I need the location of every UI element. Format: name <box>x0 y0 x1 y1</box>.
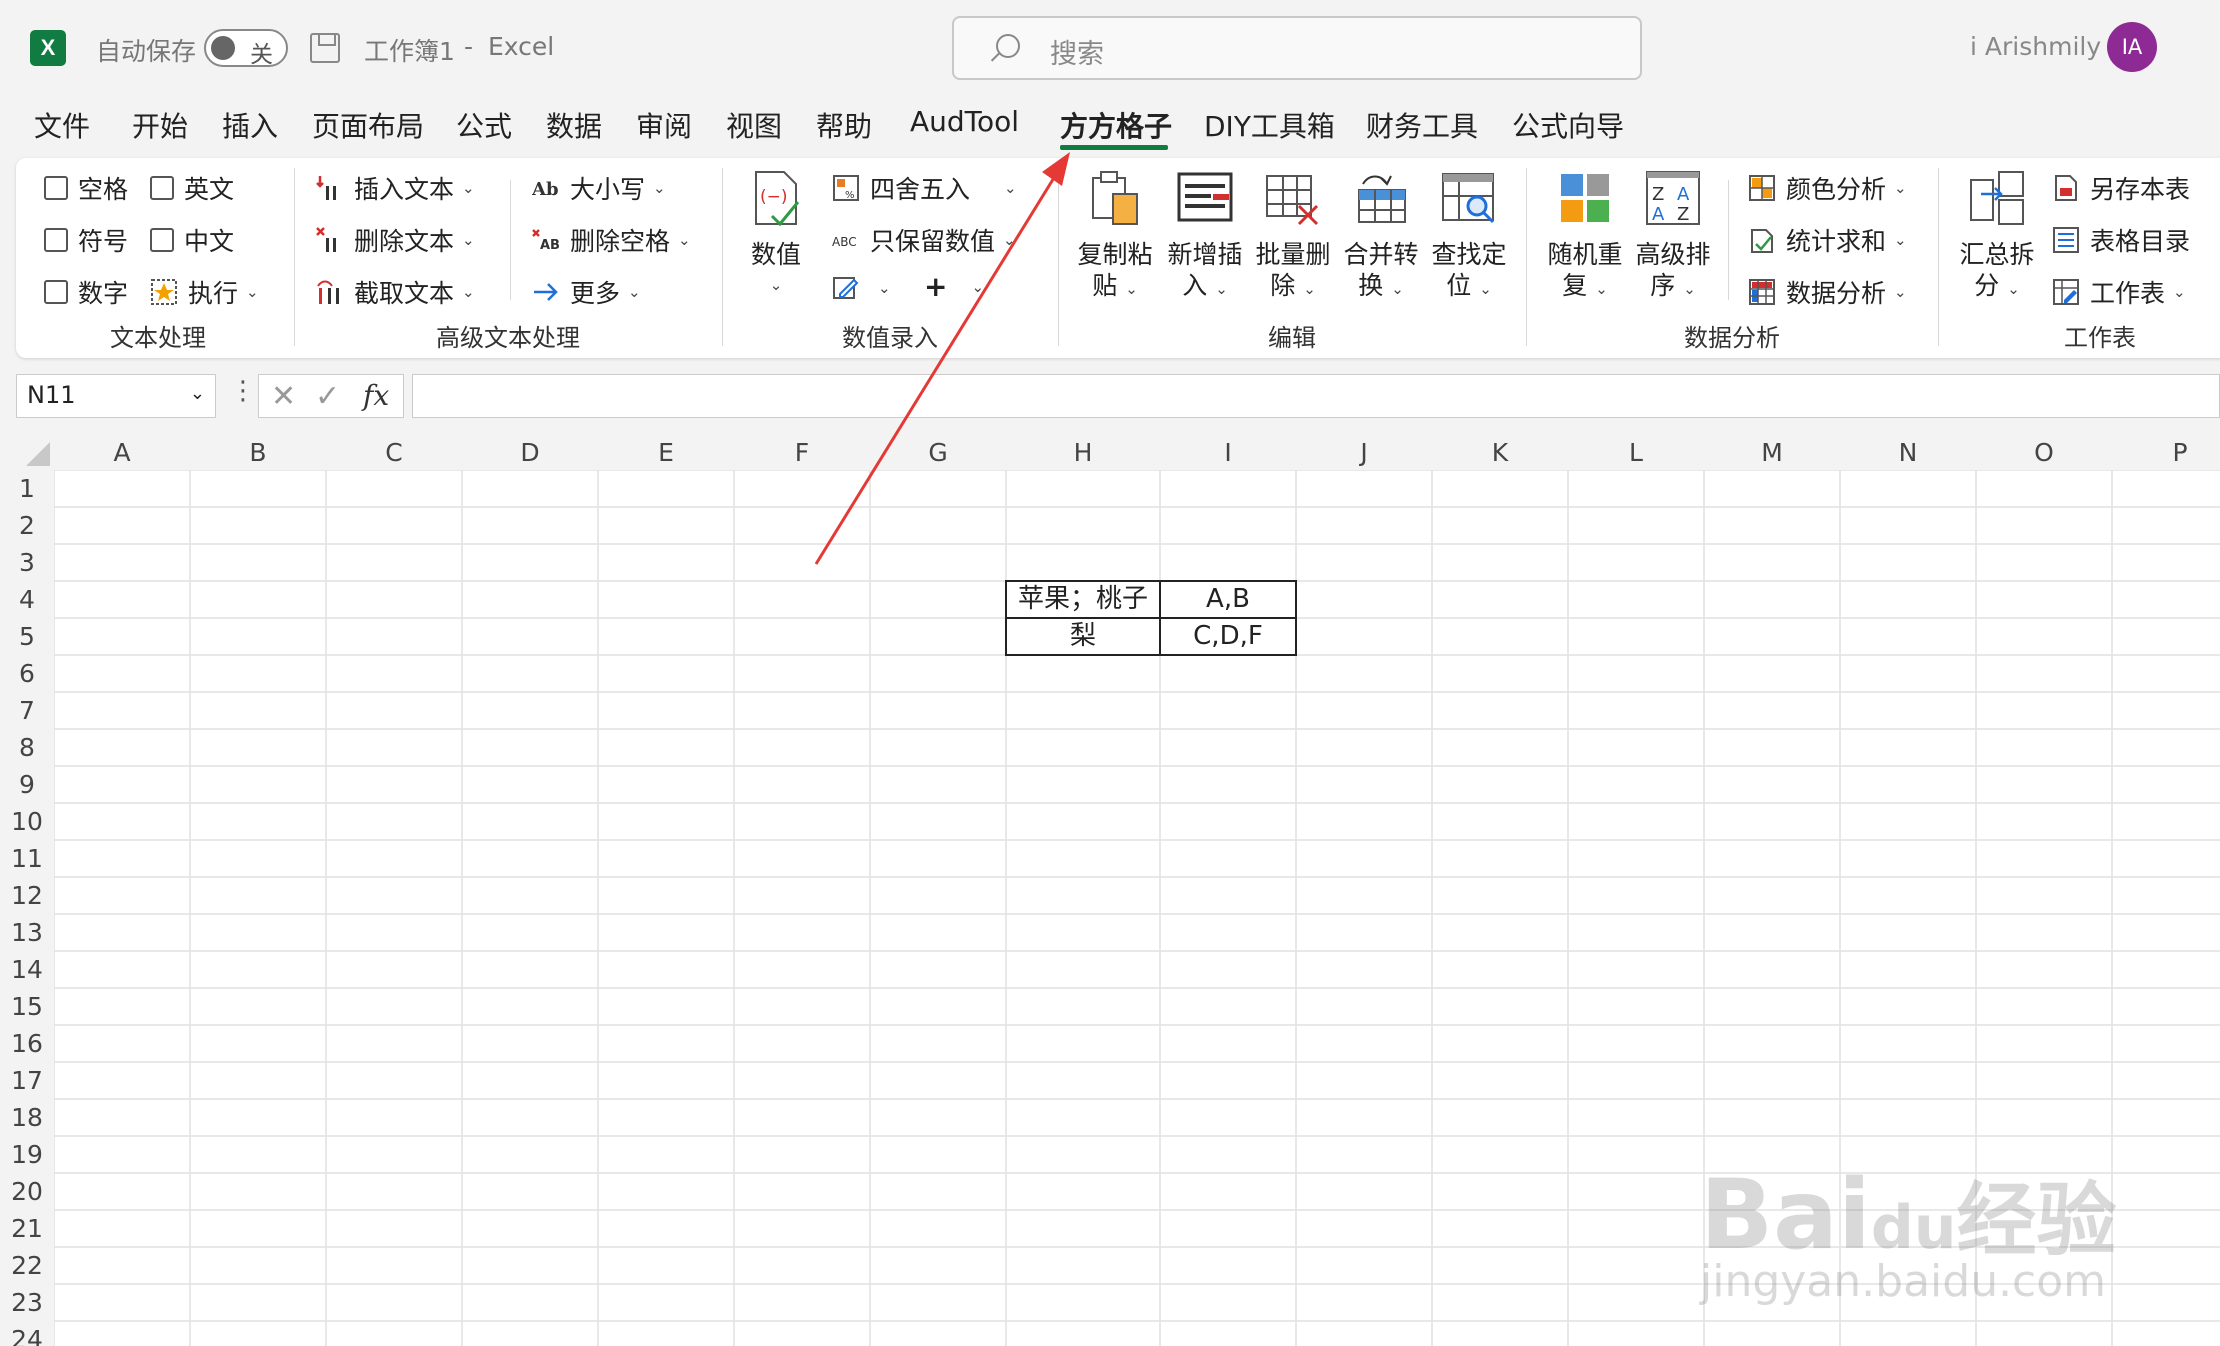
arrow-head <box>1042 152 1070 186</box>
annotation-arrow <box>814 152 1070 565</box>
arrow-line <box>814 167 1062 565</box>
